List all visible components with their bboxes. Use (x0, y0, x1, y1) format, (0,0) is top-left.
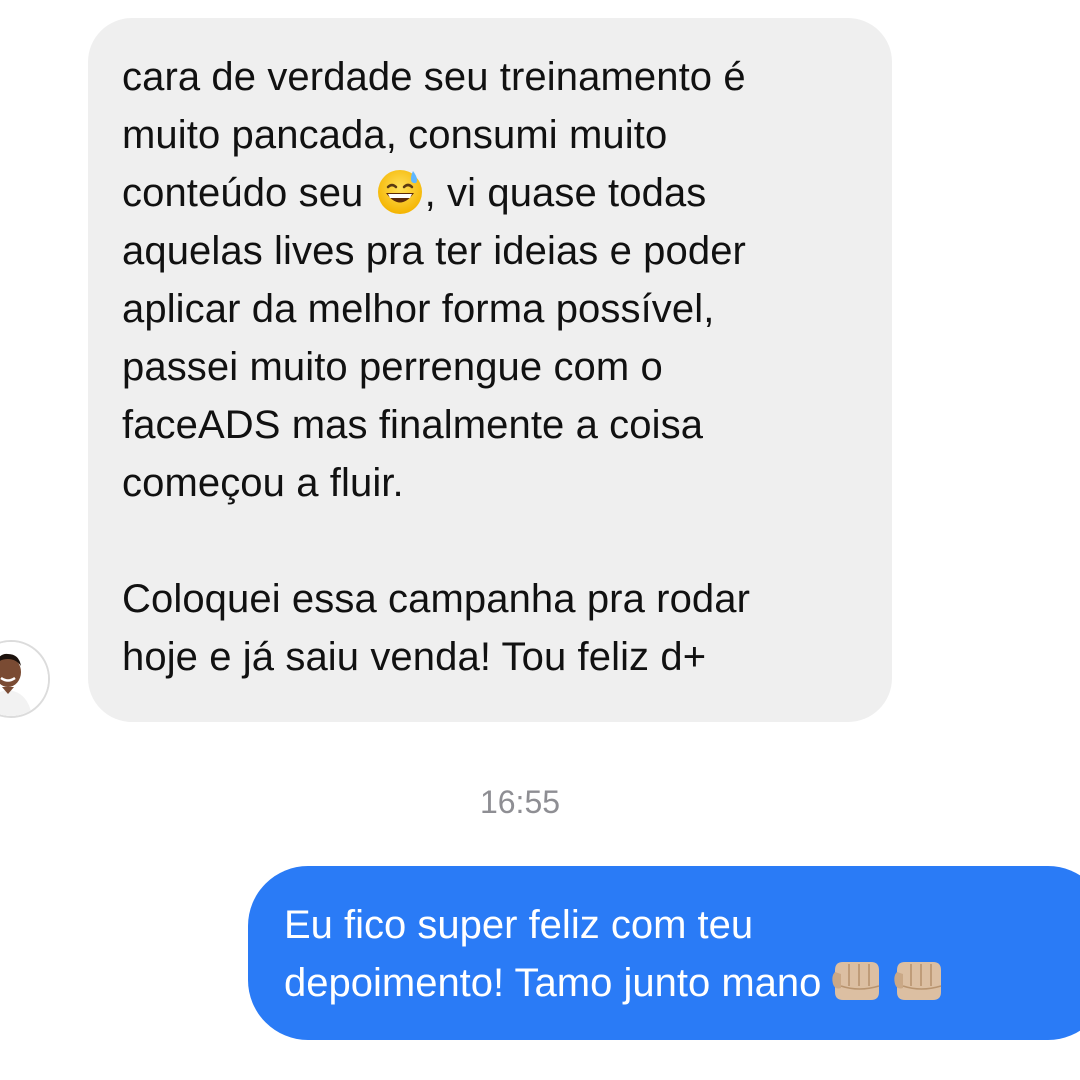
message-line: hoje e já saiu venda! Tou feliz d+ (122, 635, 707, 679)
message-line: começou a fluir. (122, 461, 404, 505)
message-text: , vi quase todas (424, 171, 707, 215)
message-line: passei muito perrengue com o (122, 345, 663, 389)
message-line: Eu fico super feliz com teu (284, 903, 754, 947)
message-line: conteúdo seu , vi quase todas (122, 164, 858, 222)
outgoing-message-bubble[interactable]: Eu fico super feliz com teu depoimento! … (248, 866, 1080, 1040)
message-timestamp: 16:55 (479, 784, 561, 820)
message-line: Coloquei essa campanha pra rodar (122, 577, 751, 621)
chat-thread: cara de verdade seu treinamento é muito … (0, 0, 1080, 1080)
avatar-photo (0, 642, 48, 716)
message-line: aplicar da melhor forma possível, (122, 287, 715, 331)
oncoming-fist-icon (829, 956, 883, 1020)
message-line: aquelas lives pra ter ideias e poder (122, 229, 746, 273)
message-line: cara de verdade seu treinamento é (122, 55, 746, 99)
avatar[interactable] (0, 640, 50, 718)
message-line: faceADS mas finalmente a coisa (122, 403, 704, 447)
message-text: conteúdo seu (122, 171, 364, 215)
oncoming-fist-icon (891, 956, 945, 1020)
message-line: depoimento! Tamo junto mano (284, 954, 1080, 1012)
message-line: muito pancada, consumi muito (122, 113, 668, 157)
incoming-message-bubble[interactable]: cara de verdade seu treinamento é muito … (88, 18, 892, 722)
message-text: depoimento! Tamo junto mano (284, 961, 822, 1005)
